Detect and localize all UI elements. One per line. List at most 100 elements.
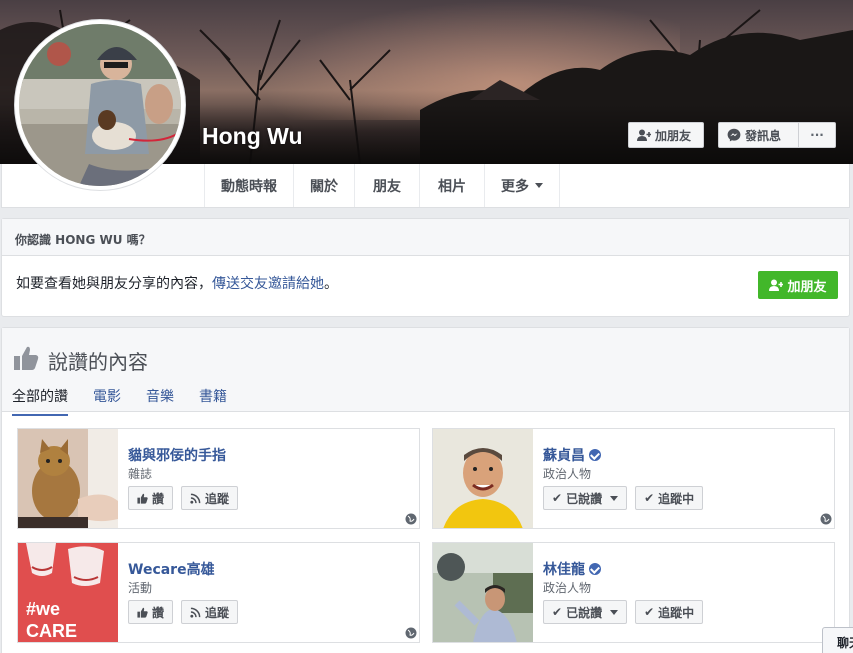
globe-icon [405, 513, 417, 525]
page-title-link[interactable]: 貓與邪佞的手指 [128, 445, 226, 465]
chevron-down-icon [610, 495, 619, 501]
check-icon: ✔ [552, 491, 563, 505]
following-button-label: 追蹤中 [658, 491, 695, 506]
follow-button-label: 追蹤 [205, 605, 230, 620]
rss-icon [190, 607, 201, 618]
globe-icon [405, 627, 417, 639]
more-dots-icon: ··· [810, 128, 824, 142]
likes-section: 說讚的內容 全部的讚 電影 音樂 書籍 貓與邪佞的手指 雜誌 讚 追蹤 蘇貞昌 … [1, 327, 850, 653]
check-icon: ✔ [644, 605, 655, 619]
cat-photo [18, 429, 118, 528]
tab-photos-label: 相片 [438, 178, 466, 195]
page-title-text: 林佳龍 [543, 562, 585, 578]
liked-page-card: #we CARE Wecare高雄 活動 讚 追蹤 [17, 542, 420, 643]
tab-about[interactable]: 關於 [294, 164, 355, 207]
page-title-text: 蘇貞昌 [543, 448, 585, 464]
likes-title: 說讚的內容 [48, 350, 148, 374]
chat-tab[interactable]: 聊天 [822, 627, 853, 653]
thumbs-up-icon [14, 346, 39, 370]
add-friend-icon [637, 129, 651, 141]
page-category: 活動 [128, 581, 153, 595]
prompt-header: 你認識 HONG WU 嗎？ [2, 219, 849, 256]
add-friend-label: 加朋友 [655, 128, 692, 143]
page-title-link[interactable]: Wecare高雄 [128, 559, 215, 579]
check-icon: ✔ [644, 491, 655, 505]
follow-button[interactable]: 追蹤 [181, 486, 239, 510]
page-thumbnail[interactable]: #we CARE [18, 543, 118, 642]
profile-name[interactable]: Hong Wu [202, 123, 303, 150]
like-button-label: 讚 [152, 605, 165, 620]
page-title-link[interactable]: 林佳龍 [543, 559, 601, 579]
tab-more[interactable]: 更多 [485, 164, 560, 207]
wecare-logo-line2: CARE [26, 621, 77, 641]
like-button[interactable]: 讚 [128, 486, 174, 510]
add-friend-button[interactable]: 加朋友 [628, 122, 704, 148]
page-title-text: Wecare高雄 [128, 562, 215, 578]
prompt-text-after: 。 [324, 276, 338, 292]
likes-header: 說讚的內容 全部的讚 電影 音樂 書籍 [2, 328, 849, 416]
chevron-down-icon [535, 183, 543, 188]
page-thumbnail[interactable] [433, 429, 533, 528]
tab-more-label: 更多 [501, 178, 529, 195]
liked-page-card: 蘇貞昌 政治人物 ✔ 已說讚 ✔ 追蹤中 [432, 428, 835, 529]
following-button[interactable]: ✔ 追蹤中 [635, 486, 704, 510]
following-button[interactable]: ✔ 追蹤中 [635, 600, 704, 624]
profile-tabs: 動態時報 關於 朋友 相片 更多 [204, 164, 560, 207]
following-button-label: 追蹤中 [658, 605, 695, 620]
prompt-text: 如要查看她與朋友分享的內容，傳送交友邀請給她。 [16, 273, 338, 293]
thumbs-up-icon [137, 493, 148, 504]
likes-tabs: 全部的讚 電影 音樂 書籍 [12, 386, 252, 416]
like-button-label: 讚 [152, 491, 165, 506]
politician-photo [433, 429, 533, 528]
liked-page-card: 林佳龍 政治人物 ✔ 已說讚 ✔ 追蹤中 [432, 542, 835, 643]
add-friend-icon [769, 279, 784, 291]
liked-dropdown-button[interactable]: ✔ 已說讚 [543, 486, 628, 510]
page-thumbnail[interactable] [433, 543, 533, 642]
page-thumbnail[interactable] [18, 429, 118, 528]
message-button[interactable]: 發訊息 [718, 122, 799, 148]
liked-button-label: 已說讚 [566, 491, 603, 506]
page-title-link[interactable]: 蘇貞昌 [543, 445, 601, 465]
wecare-logo: #we CARE [18, 543, 118, 642]
follow-button-label: 追蹤 [205, 491, 230, 506]
likes-tab-music[interactable]: 音樂 [146, 386, 174, 416]
add-friend-green-label: 加朋友 [787, 279, 827, 295]
like-button[interactable]: 讚 [128, 600, 174, 624]
tab-photos[interactable]: 相片 [420, 164, 485, 207]
follow-button[interactable]: 追蹤 [181, 600, 239, 624]
page-actions: 讚 追蹤 [128, 486, 239, 510]
wecare-logo-line1: #we [26, 599, 60, 619]
globe-icon [820, 513, 832, 525]
tab-timeline-label: 動態時報 [221, 178, 277, 195]
liked-button-label: 已說讚 [566, 605, 603, 620]
profile-avatar[interactable] [15, 20, 185, 190]
likes-tab-books[interactable]: 書籍 [199, 386, 227, 416]
liked-dropdown-button[interactable]: ✔ 已說讚 [543, 600, 628, 624]
add-friend-green-button[interactable]: 加朋友 [758, 271, 838, 299]
verified-badge-icon [589, 449, 601, 461]
page-actions: ✔ 已說讚 ✔ 追蹤中 [543, 486, 704, 510]
send-friend-request-link[interactable]: 傳送交友邀請給她 [212, 276, 324, 292]
tab-timeline[interactable]: 動態時報 [205, 164, 294, 207]
tab-friends[interactable]: 朋友 [355, 164, 420, 207]
likes-tab-movies[interactable]: 電影 [93, 386, 121, 416]
liked-page-card: 貓與邪佞的手指 雜誌 讚 追蹤 [17, 428, 420, 529]
politician-photo [433, 543, 533, 642]
chevron-down-icon [610, 609, 619, 615]
tab-friends-label: 朋友 [373, 178, 401, 195]
page-actions: 讚 追蹤 [128, 600, 239, 624]
page-category: 政治人物 [543, 581, 592, 595]
page-actions: ✔ 已說讚 ✔ 追蹤中 [543, 600, 704, 624]
tab-about-label: 關於 [310, 178, 338, 195]
prompt-text-before: 如要查看她與朋友分享的內容， [16, 276, 212, 292]
likes-tab-all[interactable]: 全部的讚 [12, 386, 68, 416]
page-category: 雜誌 [128, 467, 153, 481]
thumbs-up-icon [137, 607, 148, 618]
messenger-icon [727, 128, 741, 142]
avatar-photo [19, 24, 181, 186]
rss-icon [190, 493, 201, 504]
verified-badge-icon [589, 563, 601, 575]
more-options-button[interactable]: ··· [799, 122, 836, 148]
message-label: 發訊息 [745, 128, 782, 143]
page-category: 政治人物 [543, 467, 592, 481]
